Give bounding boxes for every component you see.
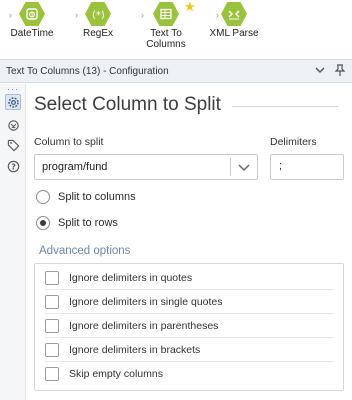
option-label: Skip empty columns [69,368,163,380]
page-title: Select Column to Split [34,94,221,115]
option-ignore-quotes[interactable]: Ignore delimiters in quotes [45,266,333,290]
chevron-down-icon[interactable] [236,159,252,175]
option-label: Ignore delimiters in parentheses [69,319,219,332]
option-label: Ignore delimiters in brackets [69,343,201,356]
option-ignore-brackets[interactable]: Ignore delimiters in brackets [45,338,333,362]
option-ignore-parentheses[interactable]: Ignore delimiters in parentheses [45,314,333,338]
tool-label: RegEx [82,28,113,39]
option-label: Ignore delimiters in quotes [69,271,193,284]
ignore-brackets-checkbox[interactable] [45,342,59,357]
section-header: Select Column to Split [34,94,344,118]
tool-regex[interactable]: › (*) RegEx [66,2,130,39]
configuration-panel: Select Column to Split Column to split D… [26,84,352,400]
configuration-title: Text To Columns (13) - Configuration [6,65,169,77]
side-rail: ··· ? [0,84,26,400]
tool-palette: › DateTime › (*) RegEx › Text To Columns… [0,0,352,56]
advanced-options-group: Ignore delimiters in quotes Ignore delim… [34,263,344,391]
ignore-quotes-checkbox[interactable] [45,270,59,285]
ignore-single-quotes-checkbox[interactable] [45,294,59,309]
split-to-rows-radio[interactable] [36,216,50,230]
split-to-columns-option[interactable]: Split to columns [36,189,136,205]
split-to-rows-label: Split to rows [58,217,118,229]
xml-parse-icon [221,2,247,26]
connection-icon[interactable] [5,117,21,133]
svg-text:?: ? [11,162,16,171]
divider [230,158,231,176]
column-to-split-label: Column to split [34,136,104,148]
gear-icon[interactable] [5,94,21,110]
split-to-rows-option[interactable]: Split to rows [36,215,118,231]
option-ignore-single-quotes[interactable]: Ignore delimiters in single quotes [45,290,333,314]
text-to-columns-icon [153,2,179,26]
ellipsis-icon[interactable]: ··· [7,84,19,94]
help-icon[interactable]: ? [5,158,21,174]
tool-label: Columns [146,39,186,50]
split-to-columns-label: Split to columns [58,191,136,203]
ignore-parentheses-checkbox[interactable] [45,318,59,333]
tool-datetime[interactable]: › DateTime [0,2,64,39]
delimiters-input[interactable]: ; [270,154,344,180]
delimiters-value: ; [279,160,283,172]
tool-label: XML Parse [209,28,259,39]
tool-label: DateTime [10,28,54,39]
option-label: Ignore delimiters in single quotes [69,295,223,308]
pin-icon[interactable] [334,64,346,79]
tool-xml-parse[interactable]: › XML Parse [202,2,266,39]
advanced-options-title: Advanced options [39,245,131,257]
column-to-split-value: program/fund [42,161,108,173]
tag-icon[interactable] [5,137,21,153]
option-skip-empty-columns[interactable]: Skip empty columns [45,362,333,386]
tool-label: Text To [150,28,182,39]
configuration-header: Text To Columns (13) - Configuration [0,59,352,83]
divider [232,106,338,107]
regex-icon: (*) [85,2,111,26]
calendar-clock-icon [19,2,45,26]
skip-empty-columns-checkbox[interactable] [45,367,59,381]
split-to-columns-radio[interactable] [36,190,50,204]
svg-text:(*): (*) [92,10,105,21]
column-to-split-select[interactable]: program/fund [34,154,258,180]
star-icon: ★ [184,0,196,14]
delimiters-label: Delimiters [270,136,317,148]
chevron-down-icon[interactable] [314,64,326,79]
